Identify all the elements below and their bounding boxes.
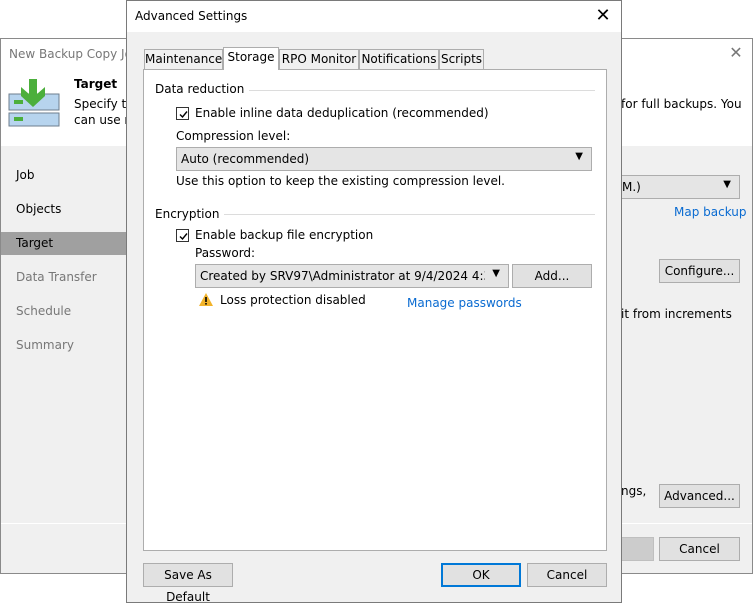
close-icon[interactable]: ✕ <box>593 5 613 27</box>
tab-scripts[interactable]: Scripts <box>439 49 484 69</box>
increments-text: it from increments <box>621 307 732 321</box>
wizard-nav: Job Objects Target Data Transfer Schedul… <box>1 146 127 524</box>
manage-passwords-link[interactable]: Manage passwords <box>407 296 522 310</box>
settings-text: ngs, <box>621 484 647 498</box>
save-as-default-button[interactable]: Save As Default <box>143 563 233 604</box>
checkmark-icon <box>179 233 188 241</box>
wizard-step-description-right: for full backups. You <box>621 97 742 111</box>
nav-item-schedule[interactable]: Schedule <box>1 300 127 323</box>
loss-protection-warning: Loss protection disabled <box>220 293 366 307</box>
password-value: Created by SRV97\Administrator at 9/4/20… <box>200 269 485 283</box>
ok-button[interactable]: OK <box>441 563 521 587</box>
tab-storage[interactable]: Storage <box>223 47 279 70</box>
nav-item-summary[interactable]: Summary <box>1 334 127 357</box>
compression-hint: Use this option to keep the existing com… <box>176 174 505 188</box>
dialog-title: Advanced Settings <box>135 9 248 23</box>
nav-item-job[interactable]: Job <box>1 164 127 187</box>
chevron-down-icon: ▼ <box>492 268 500 279</box>
map-backup-link[interactable]: Map backup <box>674 205 747 219</box>
encryption-checkbox-label: Enable backup file encryption <box>195 228 374 242</box>
tab-notifications[interactable]: Notifications <box>359 49 439 69</box>
nav-item-objects[interactable]: Objects <box>1 198 127 221</box>
password-select[interactable]: Created by SRV97\Administrator at 9/4/20… <box>195 264 509 288</box>
tab-rpo-monitor[interactable]: RPO Monitor <box>279 49 359 69</box>
wizard-cancel-button[interactable]: Cancel <box>659 537 740 561</box>
wizard-close-icon[interactable]: ✕ <box>726 43 746 63</box>
warning-icon <box>198 292 214 307</box>
backup-repository-value: M.) <box>622 180 641 194</box>
add-password-button[interactable]: Add... <box>512 264 592 288</box>
compression-level-select[interactable]: Auto (recommended) ▼ <box>176 147 592 171</box>
advanced-settings-dialog: Advanced Settings ✕ Maintenance Storage … <box>126 0 622 604</box>
dedup-checkbox-label: Enable inline data deduplication (recomm… <box>195 106 489 120</box>
compression-level-value: Auto (recommended) <box>181 152 310 166</box>
password-label: Password: <box>195 246 256 260</box>
configure-button[interactable]: Configure... <box>659 259 740 283</box>
compression-level-label: Compression level: <box>176 129 291 143</box>
wizard-step-description: Specify th <box>74 97 134 111</box>
data-reduction-group-label: Data reduction <box>155 82 250 96</box>
advanced-button[interactable]: Advanced... <box>659 484 740 508</box>
tab-maintenance[interactable]: Maintenance <box>144 49 223 69</box>
target-storage-icon <box>8 77 60 127</box>
cancel-button[interactable]: Cancel <box>527 563 607 587</box>
wizard-title: New Backup Copy Job <box>9 47 140 61</box>
chevron-down-icon: ▼ <box>723 179 731 190</box>
encryption-checkbox[interactable] <box>176 229 189 242</box>
nav-item-target[interactable]: Target <box>1 232 127 255</box>
encryption-group-label: Encryption <box>155 207 225 221</box>
wizard-step-title: Target <box>74 77 118 91</box>
dedup-checkbox[interactable] <box>176 107 189 120</box>
nav-item-data-transfer[interactable]: Data Transfer <box>1 266 127 289</box>
dialog-titlebar: Advanced Settings ✕ <box>127 1 621 32</box>
storage-tab-panel: Data reduction Enable inline data dedupl… <box>143 69 607 551</box>
chevron-down-icon: ▼ <box>575 151 583 162</box>
checkmark-icon <box>179 111 188 119</box>
